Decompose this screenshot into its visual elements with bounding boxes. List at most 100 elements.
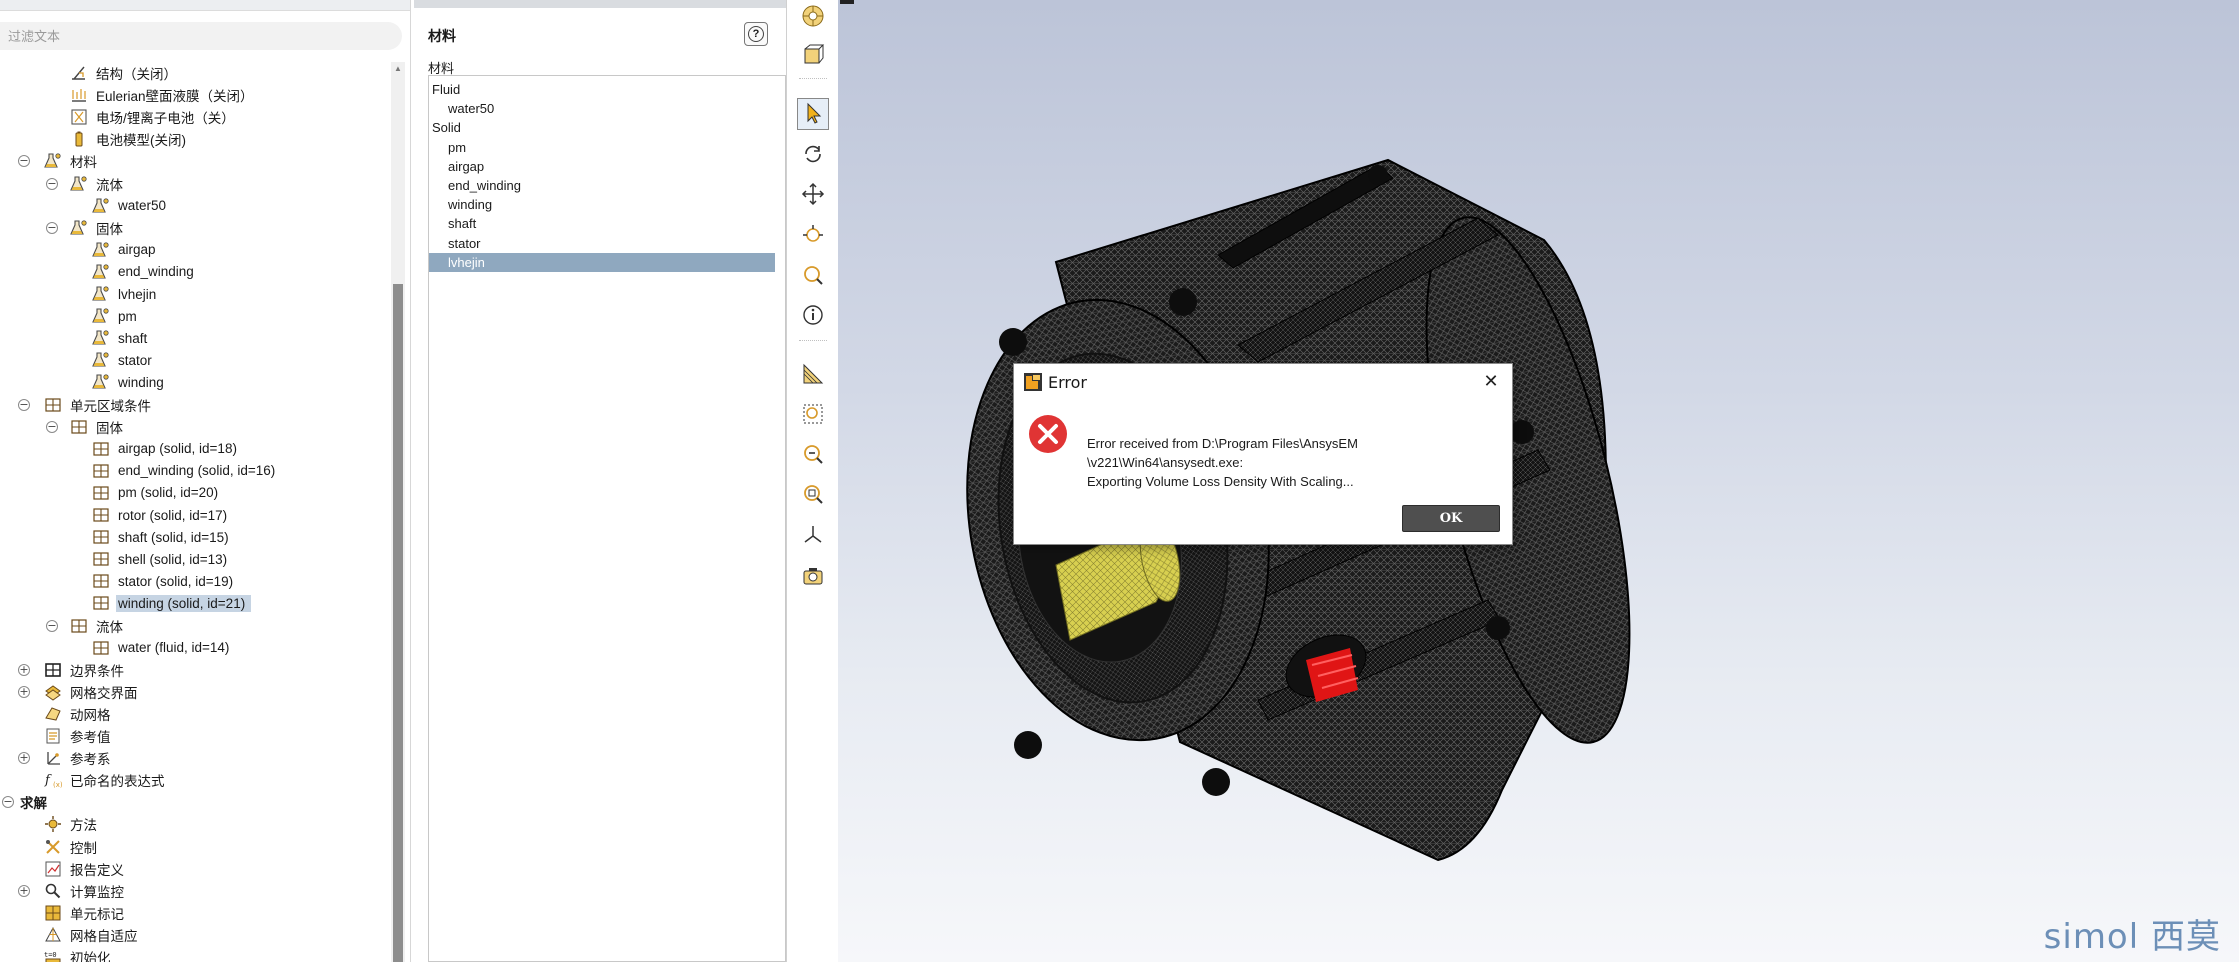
tree-item[interactable]: airgap (92, 239, 158, 261)
tree-item[interactable]: Eulerian壁面液膜（关闭） (70, 84, 256, 106)
material-list-item[interactable]: lvhejin (429, 252, 775, 272)
probe-info-button[interactable] (797, 300, 829, 332)
tree-item[interactable]: stator (solid, id=19) (92, 570, 235, 592)
tree-item[interactable]: t=0 初始化 (44, 946, 113, 962)
collapse-toggle-icon[interactable]: − (46, 619, 58, 632)
tree-item[interactable]: pm (solid, id=20) (92, 482, 220, 504)
tree-scrollbar-thumb[interactable] (393, 284, 403, 962)
toolbar-separator (799, 340, 827, 341)
snapshot-button[interactable] (797, 560, 829, 592)
material-list-item[interactable]: stator (429, 234, 775, 253)
pan-button[interactable] (797, 179, 829, 211)
tree-item[interactable]: 方法 (44, 813, 99, 835)
close-icon[interactable]: ✕ (1480, 371, 1502, 393)
tree-item[interactable]: − 流体 (46, 615, 125, 637)
error-message-line: \v221\Win64\ansysedt.exe: (1087, 455, 1244, 470)
material-list-item[interactable]: airgap (429, 157, 775, 176)
material-list-item[interactable]: shaft (429, 214, 775, 233)
tree-item[interactable]: + 参考系 (18, 747, 113, 769)
material-list-item[interactable]: winding (429, 195, 775, 214)
material-list-item[interactable]: pm (429, 138, 775, 157)
materials-list[interactable]: Fluid water50 Solid pm airgap end_winding wind… (428, 75, 786, 962)
collapse-toggle-icon[interactable]: − (18, 398, 30, 411)
tree-item[interactable]: shaft (solid, id=15) (92, 526, 231, 548)
tree-item[interactable]: + 计算监控 (18, 880, 126, 902)
scroll-up-arrow-icon[interactable]: ▲ (393, 64, 403, 74)
tree-item[interactable]: 控制 (44, 836, 99, 858)
tree-item[interactable]: end_winding (solid, id=16) (92, 460, 277, 482)
rotate-button[interactable] (797, 139, 829, 171)
tree-item[interactable]: + 网格交界面 (18, 681, 140, 703)
expand-toggle-icon[interactable]: + (18, 663, 30, 676)
tree-item[interactable]: 参考值 (44, 725, 113, 747)
tree-item[interactable]: water50 (92, 195, 168, 217)
outline-tree-panel: 结构（关闭） Eulerian壁面液膜（关闭） 电场/锂离子电池（关） 电池模型(关闭… (0, 0, 411, 962)
collapse-toggle-icon[interactable]: − (2, 796, 14, 809)
ok-button[interactable]: OK (1402, 505, 1500, 532)
expand-toggle-icon[interactable]: + (18, 884, 30, 897)
help-button[interactable]: ? (744, 22, 768, 46)
reference-values-icon (44, 727, 68, 745)
tree-item[interactable]: − 固体 (46, 416, 125, 438)
mesh-display-button[interactable] (797, 359, 829, 391)
tree-item[interactable]: shaft (92, 327, 149, 349)
tree-item[interactable]: − 固体 (46, 217, 125, 239)
material-list-item[interactable]: water50 (429, 99, 775, 118)
tree-item[interactable]: − 流体 (46, 173, 125, 195)
collapse-toggle-icon[interactable]: − (46, 177, 58, 190)
collapse-toggle-icon[interactable]: − (46, 420, 58, 433)
zoom-out-button[interactable] (797, 439, 829, 471)
select-pointer-button[interactable] (797, 98, 829, 130)
tree-item-label: pm (solid, id=20) (118, 485, 219, 501)
material-list-item[interactable]: end_winding (429, 176, 775, 195)
tree-item-label: rotor (solid, id=17) (118, 507, 228, 523)
tree-item[interactable]: 动网格 (44, 703, 113, 725)
fit-window-button[interactable] (797, 399, 829, 431)
dialog-titlebar[interactable]: Error ✕ (1014, 364, 1512, 400)
tree-scrollbar[interactable]: ▲ (391, 62, 405, 962)
tree-item[interactable]: 电场/锂离子电池（关） (70, 106, 237, 128)
tree-item[interactable]: − 材料 (18, 150, 99, 172)
tree-item[interactable]: 网格自适应 (44, 924, 140, 946)
tree-item[interactable]: 电池模型(关闭) (70, 128, 188, 150)
controls-icon (44, 838, 68, 856)
tree-item[interactable]: lvhejin (92, 283, 158, 305)
tree-item-label: 电场/锂离子电池（关） (96, 111, 235, 127)
tree-item[interactable]: water (fluid, id=14) (92, 637, 231, 659)
zoom-button[interactable] (797, 260, 829, 292)
tree-item[interactable]: rotor (solid, id=17) (92, 504, 229, 526)
tree-item-label: 参考值 (70, 730, 111, 745)
tree-item[interactable]: − 求解 (2, 791, 49, 813)
zoom-to-area-button[interactable] (797, 479, 829, 511)
tree-item[interactable]: 结构（关闭） (70, 62, 179, 84)
axes-button[interactable] (797, 520, 829, 552)
collapse-toggle-icon[interactable]: − (18, 155, 30, 168)
view-box-button[interactable] (797, 40, 829, 72)
tree-item-label: end_winding (solid, id=16) (118, 463, 276, 479)
tree-item[interactable]: pm (92, 305, 139, 327)
tree-item[interactable]: shell (solid, id=13) (92, 548, 229, 570)
expand-toggle-icon[interactable]: + (18, 752, 30, 765)
tree-item[interactable]: end_winding (92, 261, 196, 283)
tree-item[interactable]: + 边界条件 (18, 659, 126, 681)
tree-item-label: 控制 (70, 840, 97, 856)
tree-item[interactable]: airgap (solid, id=18) (92, 438, 239, 460)
boundary-icon (44, 661, 68, 679)
tree-item[interactable]: winding (92, 371, 166, 393)
tree-top-bar (0, 0, 410, 11)
zoom-in-out-button[interactable] (797, 220, 829, 252)
tree-item[interactable]: stator (92, 349, 154, 371)
cell-zone-icon (92, 572, 116, 590)
tree-item[interactable]: f (x) 已命名的表达式 (44, 769, 167, 791)
display-options-button[interactable] (797, 1, 829, 33)
collapse-toggle-icon[interactable]: − (46, 221, 58, 234)
tree-item[interactable]: 单元标记 (44, 902, 126, 924)
tree-item[interactable]: − 单元区域条件 (18, 394, 153, 416)
tree-item[interactable]: 报告定义 (44, 858, 126, 880)
tree-item[interactable]: winding (solid, id=21) (92, 592, 252, 614)
tree-item-label: end_winding (118, 264, 194, 280)
material-list-group[interactable]: Solid (429, 118, 775, 137)
filter-text-input[interactable] (0, 22, 402, 50)
expand-toggle-icon[interactable]: + (18, 685, 30, 698)
material-list-group[interactable]: Fluid (429, 80, 775, 99)
